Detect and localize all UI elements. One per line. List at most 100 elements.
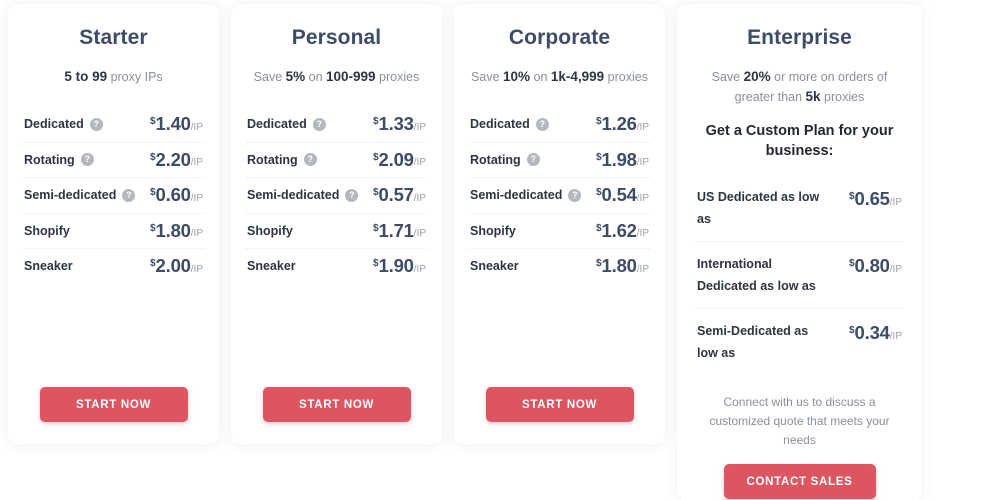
help-circle-icon[interactable]: ? — [80, 153, 94, 167]
help-circle-icon[interactable]: ? — [568, 188, 582, 202]
price-unit: /IP — [413, 263, 426, 275]
price-row-list: Dedicated? $1.33/IP Rotating? $2.09/IP Semi-… — [245, 107, 428, 284]
plan-subtitle: Save 5% on 100-999 proxies — [253, 69, 420, 84]
price-row-label-text: Rotating — [247, 152, 298, 167]
price-unit: /IP — [413, 192, 426, 204]
price: $0.60/IP — [150, 184, 203, 205]
price-row: Sneaker $2.00/IP — [22, 249, 205, 284]
price-row-label-text: Semi-dedicated — [470, 188, 563, 203]
currency-symbol: $ — [848, 258, 855, 269]
plan-subtitle: 5 to 99 proxy IPs — [64, 69, 163, 84]
price-row-label-text: Shopify — [24, 223, 70, 238]
price: $2.00/IP — [149, 255, 203, 276]
price-row: Rotating? $1.98/IP — [468, 143, 651, 178]
custom-plan-heading: Get a Custom Plan for your business: — [705, 123, 894, 159]
price-row-label-text: Rotating — [24, 152, 75, 167]
price-amount: 2.20 — [155, 148, 191, 170]
start-now-button[interactable]: START NOW — [262, 387, 411, 422]
price-row-label-text: International Dedicated as low as — [697, 257, 816, 293]
price-amount: 1.80 — [601, 255, 637, 276]
connect-note: Connect with us to discuss a customized … — [709, 395, 890, 447]
help-circle-icon[interactable]: ? — [89, 117, 103, 131]
price-amount: 0.65 — [854, 188, 890, 209]
price-amount: 2.09 — [378, 148, 414, 170]
price-unit: /IP — [190, 228, 203, 239]
price-unit: /IP — [636, 228, 649, 239]
cta-container: START NOW — [22, 373, 205, 422]
price-unit: /IP — [889, 263, 902, 275]
price-row-label-text: Semi-Dedicated as low as — [697, 324, 809, 360]
contact-sales-button[interactable]: CONTACT SALES — [723, 464, 876, 499]
price-amount: 1.62 — [601, 219, 637, 241]
price-row: Semi-Dedicated as low as $0.34/IP — [695, 309, 904, 375]
currency-symbol: $ — [595, 151, 602, 163]
currency-symbol: $ — [149, 151, 156, 163]
price-row: Shopify $1.71/IP — [245, 214, 428, 249]
price-amount: 0.60 — [155, 184, 191, 205]
price-row: Semi-dedicated? $0.57/IP — [245, 178, 428, 214]
price-row: Rotating? $2.09/IP — [245, 143, 428, 178]
price: $1.80/IP — [150, 219, 203, 241]
price-row-label-text: Semi-dedicated — [24, 188, 117, 203]
price-row: Sneaker $1.90/IP — [245, 249, 428, 284]
price: $1.90/IP — [372, 256, 426, 276]
price-amount: 0.80 — [854, 255, 890, 276]
help-circle-icon[interactable]: ? — [303, 153, 317, 167]
currency-symbol: $ — [149, 258, 156, 269]
price-row-label: Sneaker — [470, 259, 519, 273]
price-row-label-text: Semi-dedicated — [247, 188, 340, 203]
currency-symbol: $ — [372, 258, 379, 269]
price-unit: /IP — [190, 192, 203, 204]
start-now-button[interactable]: START NOW — [485, 387, 634, 422]
plan-title: Personal — [291, 26, 382, 49]
price-row-label-text: Shopify — [470, 223, 516, 238]
plan-card-enterprise: Enterprise Save 20% or more on orders of … — [677, 4, 922, 500]
price: $0.34/IP — [849, 320, 902, 343]
help-circle-icon[interactable]: ? — [535, 117, 549, 131]
price-row-label: Sneaker — [247, 259, 296, 273]
help-circle-icon[interactable]: ? — [345, 188, 359, 202]
price-row-label-text: Dedicated — [24, 117, 84, 132]
price-unit: /IP — [413, 157, 426, 168]
price-row-label-text: Sneaker — [247, 259, 296, 274]
currency-symbol: $ — [595, 258, 602, 269]
price-row: Dedicated? $1.40/IP — [22, 107, 205, 143]
price-row: Semi-dedicated? $0.54/IP — [468, 178, 651, 214]
plan-title: Starter — [79, 26, 148, 49]
price-row: Rotating? $2.20/IP — [22, 143, 205, 178]
start-now-button[interactable]: START NOW — [39, 387, 188, 422]
help-circle-icon[interactable]: ? — [526, 153, 540, 167]
currency-symbol: $ — [848, 325, 855, 336]
price-row-list: Dedicated? $1.26/IP Rotating? $1.98/IP Semi-… — [468, 107, 651, 284]
price-row-list: US Dedicated as low as $0.65/IP Internatio… — [695, 175, 904, 375]
price: $0.54/IP — [596, 184, 649, 205]
price-unit: /IP — [413, 228, 426, 239]
price-amount: 1.80 — [155, 219, 191, 241]
price: $2.09/IP — [373, 148, 426, 170]
price-unit: /IP — [636, 263, 649, 275]
price-unit: /IP — [190, 121, 203, 133]
price-row-label-text: Sneaker — [470, 259, 519, 274]
help-circle-icon[interactable]: ? — [122, 188, 136, 202]
price-amount: 1.71 — [378, 219, 414, 241]
price-row: Shopify $1.62/IP — [468, 214, 651, 249]
price-row-label: Shopify — [470, 224, 516, 238]
cta-container: START NOW — [245, 373, 428, 422]
plan-card-personal: Personal Save 5% on 100-999 proxies Dedica… — [231, 4, 442, 444]
price-row-label: Semi-dedicated? — [470, 188, 582, 203]
currency-symbol: $ — [372, 222, 379, 234]
price-amount: 1.98 — [601, 148, 637, 170]
price-row-label: Sneaker — [24, 259, 73, 273]
price-row-label: Rotating? — [247, 153, 317, 167]
price-amount: 0.54 — [601, 184, 637, 205]
price-row-label-text: Sneaker — [24, 259, 73, 274]
price-row-label-text: Dedicated — [470, 117, 530, 132]
price: $0.57/IP — [373, 185, 426, 205]
price: $1.62/IP — [596, 219, 649, 241]
price-amount: 1.40 — [155, 113, 191, 134]
price-amount: 1.26 — [601, 113, 637, 134]
price-amount: 2.00 — [155, 255, 191, 276]
price: $1.40/IP — [150, 113, 203, 134]
help-circle-icon[interactable]: ? — [312, 117, 326, 131]
price-row-label: Dedicated? — [24, 117, 103, 131]
